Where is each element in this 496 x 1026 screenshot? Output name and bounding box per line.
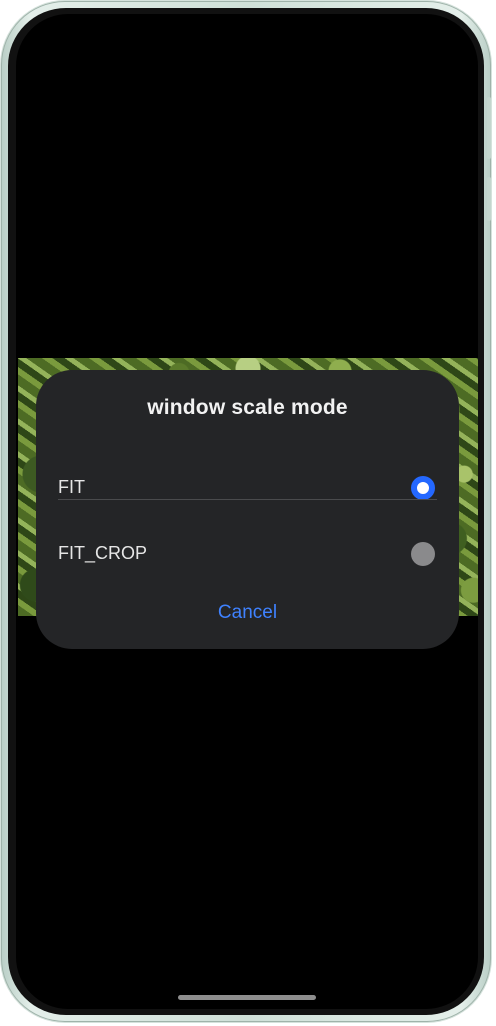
option-fit-crop-label: FIT_CROP (58, 543, 148, 563)
radio-checked-icon[interactable] (411, 476, 435, 500)
volume-button (487, 97, 491, 159)
home-indicator[interactable] (178, 995, 316, 1000)
radio-unchecked-icon[interactable] (411, 542, 435, 566)
option-fit[interactable]: FIT (58, 459, 437, 515)
option-fit-crop[interactable]: FIT_CROP (58, 525, 437, 581)
scale-mode-dialog: window scale mode FIT FIT_CROP Cancel (36, 370, 459, 649)
dialog-title: window scale mode (147, 396, 348, 419)
option-divider (58, 499, 437, 500)
option-fit-label: FIT (58, 477, 85, 497)
power-button (487, 177, 491, 221)
screen: window scale mode FIT FIT_CROP Cancel (16, 14, 478, 1009)
cancel-button[interactable]: Cancel (36, 602, 459, 624)
